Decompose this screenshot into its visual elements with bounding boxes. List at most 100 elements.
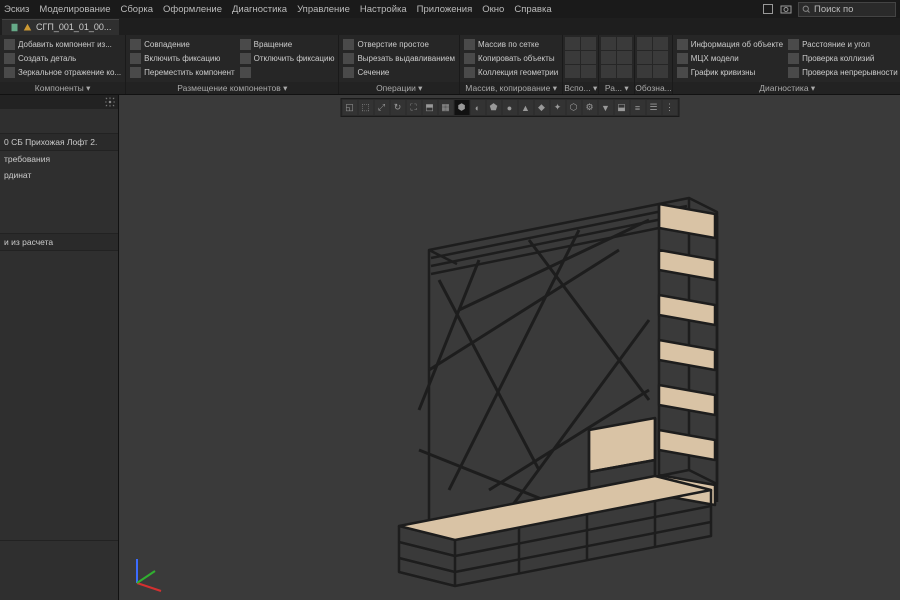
- document-tab[interactable]: СГП_001_01_00...: [2, 19, 119, 35]
- ribbon-button[interactable]: Вырезать выдавливанием: [341, 51, 457, 65]
- ribbon-button[interactable]: Зеркальное отражение ко...: [2, 65, 123, 79]
- view-tool-button[interactable]: ▲: [518, 100, 533, 115]
- menu-diagnostics[interactable]: Диагностика: [232, 4, 287, 15]
- ribbon-group: Вспо... ▾: [563, 35, 599, 94]
- tree-row[interactable]: требования: [0, 151, 118, 167]
- view-icon: ⬒: [425, 102, 434, 113]
- view-tool-button[interactable]: ◱: [342, 100, 357, 115]
- ribbon-button[interactable]: Сечение: [341, 65, 457, 79]
- view-tool-button[interactable]: ⤢: [374, 100, 389, 115]
- ribbon-icon-button[interactable]: [637, 51, 652, 64]
- view-tool-button[interactable]: ☰: [646, 100, 661, 115]
- group-title: Компоненты ▾: [0, 82, 125, 94]
- gear-icon[interactable]: [105, 97, 115, 107]
- view-tool-button[interactable]: ✦: [550, 100, 565, 115]
- ribbon-button[interactable]: Создать деталь: [2, 51, 123, 65]
- ribbon-icon-button[interactable]: [617, 51, 632, 64]
- view-tool-button[interactable]: ⬡: [566, 100, 581, 115]
- camera-icon[interactable]: [780, 3, 792, 15]
- tool-icon: [788, 67, 799, 78]
- view-icon: ⬓: [617, 102, 626, 113]
- ribbon-button[interactable]: МЦХ модели: [675, 51, 785, 65]
- ribbon-button[interactable]: Вращение: [238, 37, 337, 51]
- ribbon-button[interactable]: Массив по сетке: [462, 37, 560, 51]
- ribbon-button[interactable]: Копировать объекты: [462, 51, 560, 65]
- viewport-3d[interactable]: ◱⬚⤢ ↻ ⛶ ⬒ ▦⬢◐⬟●▲◆✦⬡⚙▼ ⬓ ≡☰⋮: [119, 95, 900, 600]
- ribbon-group: Информация об объектеМЦХ моделиГрафик кр…: [673, 35, 900, 94]
- tool-icon: [464, 67, 475, 78]
- view-tool-button[interactable]: ≡: [630, 100, 645, 115]
- ribbon-icon-button[interactable]: [565, 37, 580, 50]
- button-label: Зеркальное отражение ко...: [18, 68, 121, 77]
- tree-row[interactable]: и из расчета: [0, 233, 118, 251]
- view-tool-button[interactable]: ⚙: [582, 100, 597, 115]
- ribbon-icon-button[interactable]: [565, 51, 580, 64]
- view-tool-button[interactable]: ●: [502, 100, 517, 115]
- ribbon-icon-button[interactable]: [581, 37, 596, 50]
- ribbon-icon-button[interactable]: [601, 65, 616, 78]
- tool-icon: [4, 67, 15, 78]
- ribbon-button[interactable]: Совпадение: [128, 37, 237, 51]
- ribbon-icon-button[interactable]: [565, 65, 580, 78]
- ribbon-button[interactable]: Отверстие простое: [341, 37, 457, 51]
- ribbon-icon-button[interactable]: [601, 51, 616, 64]
- ribbon-icon-button[interactable]: [637, 37, 652, 50]
- button-label: Совпадение: [144, 40, 190, 49]
- menu-assembly[interactable]: Сборка: [121, 4, 154, 15]
- ribbon-button[interactable]: Коллекция геометрии: [462, 65, 560, 79]
- ribbon-icon-button[interactable]: [653, 51, 668, 64]
- ribbon-icon-button[interactable]: [581, 65, 596, 78]
- menu-drafting[interactable]: Оформление: [163, 4, 222, 15]
- view-tool-button[interactable]: ◆: [534, 100, 549, 115]
- view-tool-button[interactable]: ◐: [470, 100, 485, 115]
- view-tool-button[interactable]: ⬓: [614, 100, 629, 115]
- ribbon-group: Обозна... ▾: [635, 35, 673, 94]
- ribbon-button[interactable]: Расстояние и угол: [786, 37, 900, 51]
- ribbon-icon-button[interactable]: [601, 37, 616, 50]
- view-tool-button[interactable]: ▦: [438, 100, 453, 115]
- ribbon-button[interactable]: Проверка коллизий: [786, 51, 900, 65]
- ribbon-icon-button[interactable]: [617, 37, 632, 50]
- menu-sketch[interactable]: Эскиз: [4, 4, 29, 15]
- view-tool-button[interactable]: ⬒: [422, 100, 437, 115]
- menu-bar: Эскиз Моделирование Сборка Оформление Ди…: [0, 0, 900, 18]
- tree-row[interactable]: рдинат: [0, 167, 118, 183]
- group-title: Массив, копирование ▾: [460, 82, 562, 94]
- ribbon-button[interactable]: Отключить фиксацию: [238, 51, 337, 65]
- view-tool-button[interactable]: ⬚: [358, 100, 373, 115]
- ribbon-group: Ра... ▾: [599, 35, 635, 94]
- ribbon-button[interactable]: Информация об объекте: [675, 37, 785, 51]
- tool-icon: [343, 53, 354, 64]
- ribbon-button[interactable]: График кривизны: [675, 65, 785, 79]
- tool-icon: [677, 53, 688, 64]
- menu-manage[interactable]: Управление: [297, 4, 350, 15]
- ribbon-button[interactable]: Добавить компонент из...: [2, 37, 123, 51]
- view-tool-button[interactable]: ⛶: [406, 100, 421, 115]
- view-tool-button[interactable]: ⬢: [454, 100, 469, 115]
- view-tool-button[interactable]: ▼: [598, 100, 613, 115]
- ribbon-icon-button[interactable]: [653, 65, 668, 78]
- search-input[interactable]: Поиск по: [798, 2, 896, 17]
- ribbon-button[interactable]: [238, 65, 337, 79]
- ribbon-button[interactable]: Переместить компонент: [128, 65, 237, 79]
- menu-modeling[interactable]: Моделирование: [39, 4, 110, 15]
- layers-icon[interactable]: [762, 3, 774, 15]
- ribbon-icon-button[interactable]: [653, 37, 668, 50]
- menu-help[interactable]: Справка: [514, 4, 551, 15]
- group-title: Операции ▾: [339, 82, 459, 94]
- menu-settings[interactable]: Настройка: [360, 4, 407, 15]
- view-tool-button[interactable]: ↻: [390, 100, 405, 115]
- ribbon-icon-button[interactable]: [617, 65, 632, 78]
- ribbon-button[interactable]: Включить фиксацию: [128, 51, 237, 65]
- ribbon-icon-button[interactable]: [581, 51, 596, 64]
- ribbon-icon-button[interactable]: [637, 65, 652, 78]
- view-tool-button[interactable]: ⬟: [486, 100, 501, 115]
- menu-window[interactable]: Окно: [482, 4, 504, 15]
- ribbon-button[interactable]: Проверка непрерывности: [786, 65, 900, 79]
- view-icon: ↻: [394, 102, 402, 113]
- view-tool-button[interactable]: ⋮: [662, 100, 677, 115]
- tree-row-assembly[interactable]: 0 СБ Прихожая Лофт 2.: [0, 133, 118, 151]
- ribbon-group: Массив по сеткеКопировать объектыКоллекц…: [460, 35, 563, 94]
- button-label: Проверка непрерывности: [802, 68, 898, 77]
- menu-apps[interactable]: Приложения: [417, 4, 473, 15]
